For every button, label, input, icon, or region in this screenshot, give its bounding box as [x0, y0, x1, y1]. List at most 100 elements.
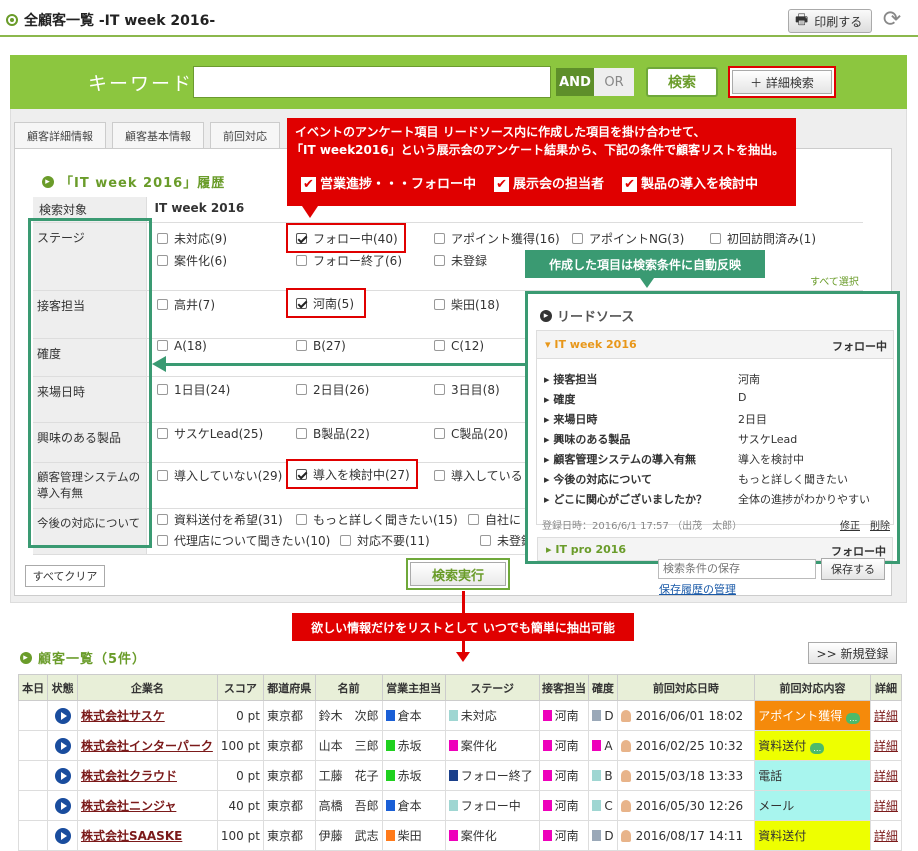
option-rank-b[interactable]: B(27): [296, 339, 346, 353]
option-product-b[interactable]: B製品(22): [296, 425, 370, 442]
play-icon[interactable]: [54, 797, 71, 814]
save-button[interactable]: 保存する: [821, 558, 885, 580]
checkbox-icon[interactable]: [434, 233, 445, 244]
option-system-installed[interactable]: 導入している: [434, 467, 523, 484]
tab-customer-basic[interactable]: 顧客基本情報: [112, 122, 204, 148]
option-stage-appoint-ng[interactable]: アポイントNG(3): [572, 230, 684, 247]
option-staff-kanan[interactable]: 河南(5): [286, 288, 366, 318]
play-icon[interactable]: [54, 767, 71, 784]
option-visit-day3[interactable]: 3日目(8): [434, 381, 500, 398]
checkbox-icon[interactable]: [434, 255, 445, 266]
lead-delete-link[interactable]: 削除: [870, 517, 890, 532]
company-link[interactable]: 株式会社ニンジャ: [81, 799, 176, 813]
keyword-input[interactable]: [193, 66, 551, 98]
option-visit-day1[interactable]: 1日目(24): [157, 381, 230, 398]
table-row[interactable]: 株式会社ニンジャ 40 pt 東京都 高橋 吾郎 倉本 フォロー中 河南 C 2016/05/3…: [17, 790, 903, 821]
option-product-saaske[interactable]: サスケLead(25): [157, 425, 263, 442]
execute-search-button[interactable]: 検索実行: [410, 562, 506, 586]
detail-link[interactable]: 詳細: [874, 769, 898, 783]
option-stage-follow[interactable]: フォロー中(40): [286, 223, 406, 253]
refresh-icon[interactable]: ⟳: [880, 8, 904, 32]
detail-link[interactable]: 詳細: [874, 739, 898, 753]
detail-link[interactable]: 詳細: [874, 799, 898, 813]
option-system-considering[interactable]: 導入を検討中(27): [286, 459, 418, 489]
option-future-more[interactable]: もっと詳しく聞きたい(15): [296, 511, 458, 528]
col-today[interactable]: 本日: [17, 674, 49, 701]
checkbox-icon[interactable]: [480, 535, 491, 546]
checkbox-icon[interactable]: [157, 470, 168, 481]
checkbox-checked-icon[interactable]: [296, 469, 307, 480]
checkbox-icon[interactable]: [157, 428, 168, 439]
checkbox-icon[interactable]: [434, 428, 445, 439]
option-rank-c[interactable]: C(12): [434, 339, 484, 353]
checkbox-icon[interactable]: [296, 428, 307, 439]
or-toggle[interactable]: OR: [594, 68, 634, 96]
checkbox-icon[interactable]: [296, 255, 307, 266]
company-link[interactable]: 株式会社SAASKE: [81, 829, 182, 843]
col-rank[interactable]: 確度: [588, 674, 618, 701]
checkbox-icon[interactable]: [434, 470, 445, 481]
option-future-docs[interactable]: 資料送付を希望(31): [157, 511, 283, 528]
option-rank-a[interactable]: A(18): [157, 339, 207, 353]
checkbox-icon[interactable]: [157, 255, 168, 266]
tab-last-contact[interactable]: 前回対応: [210, 122, 280, 148]
lead-edit-link[interactable]: 修正: [840, 517, 860, 532]
checkbox-icon[interactable]: [157, 514, 168, 525]
checkbox-icon[interactable]: [296, 340, 307, 351]
option-stage-appoint[interactable]: アポイント獲得(16): [434, 230, 560, 247]
save-condition-input[interactable]: [658, 559, 816, 579]
col-last-date[interactable]: 前回対応日時: [616, 674, 756, 701]
option-staff-takai[interactable]: 高井(7): [157, 296, 215, 313]
clear-all-button[interactable]: すべてクリア: [25, 565, 105, 587]
checkbox-checked-icon[interactable]: [296, 298, 307, 309]
col-pref[interactable]: 都道府県: [262, 674, 316, 701]
advanced-search-button[interactable]: ＋ 詳細検索: [732, 70, 832, 94]
checkbox-icon[interactable]: [434, 299, 445, 310]
detail-link[interactable]: 詳細: [874, 709, 898, 723]
table-row[interactable]: 株式会社サスケ 0 pt 東京都 鈴木 次郎 倉本 未対応 河南 D 2016/06/01 18…: [17, 700, 903, 731]
comment-icon[interactable]: …: [810, 743, 825, 754]
option-future-none[interactable]: 対応不要(11): [340, 532, 430, 549]
checkbox-icon[interactable]: [572, 233, 583, 244]
checkbox-icon[interactable]: [157, 535, 168, 546]
search-button[interactable]: 検索: [646, 67, 718, 97]
company-link[interactable]: 株式会社クラウド: [81, 769, 177, 783]
tab-customer-detail[interactable]: 顧客詳細情報: [14, 122, 106, 148]
checkbox-icon[interactable]: [296, 514, 307, 525]
checkbox-checked-icon[interactable]: [296, 233, 307, 244]
option-system-none[interactable]: 導入していない(29): [157, 467, 282, 484]
option-future-agency[interactable]: 代理店について聞きたい(10): [157, 532, 330, 549]
checkbox-icon[interactable]: [157, 233, 168, 244]
option-stage-unhandled[interactable]: 未対応(9): [157, 230, 227, 247]
checkbox-icon[interactable]: [468, 514, 479, 525]
col-name[interactable]: 名前: [314, 674, 383, 701]
checkbox-icon[interactable]: [340, 535, 351, 546]
select-all-link[interactable]: すべて選択: [810, 273, 859, 288]
option-future-own[interactable]: 自社に: [468, 511, 521, 528]
col-score[interactable]: スコア: [216, 674, 264, 701]
play-icon[interactable]: [54, 827, 71, 844]
checkbox-icon[interactable]: [434, 340, 445, 351]
company-link[interactable]: 株式会社インターパーク: [81, 739, 213, 753]
and-toggle[interactable]: AND: [556, 68, 594, 96]
table-row[interactable]: 株式会社クラウド 0 pt 東京都 工藤 花子 赤坂 フォロー終了 河南 B 2015/03/1…: [17, 760, 903, 791]
option-visit-day2[interactable]: 2日目(26): [296, 381, 369, 398]
col-detail[interactable]: 詳細: [869, 674, 903, 701]
company-link[interactable]: 株式会社サスケ: [81, 709, 165, 723]
table-row[interactable]: 株式会社インターパーク 100 pt 東京都 山本 三郎 赤坂 案件化 河南 A 2016/02…: [17, 730, 903, 761]
detail-link[interactable]: 詳細: [874, 829, 898, 843]
checkbox-icon[interactable]: [434, 384, 445, 395]
lead-event-header[interactable]: ▾ IT week 2016 フォロー中: [537, 331, 893, 359]
col-stage[interactable]: ステージ: [444, 674, 540, 701]
checkbox-icon[interactable]: [157, 384, 168, 395]
table-row[interactable]: 株式会社SAASKE 100 pt 東京都 伊藤 武志 柴田 案件化 河南 D 2016/08/…: [17, 820, 903, 851]
save-history-link[interactable]: 保存履歴の管理: [659, 581, 736, 597]
print-button[interactable]: 🖶 印刷する: [788, 9, 872, 33]
option-stage-unregistered[interactable]: 未登録: [434, 252, 487, 269]
col-last-content[interactable]: 前回対応内容: [754, 674, 871, 701]
col-status[interactable]: 状態: [47, 674, 78, 701]
option-staff-shibata[interactable]: 柴田(18): [434, 296, 500, 313]
option-product-c[interactable]: C製品(20): [434, 425, 508, 442]
col-staff[interactable]: 接客担当: [538, 674, 590, 701]
option-stage-follow-end[interactable]: フォロー終了(6): [296, 252, 402, 269]
